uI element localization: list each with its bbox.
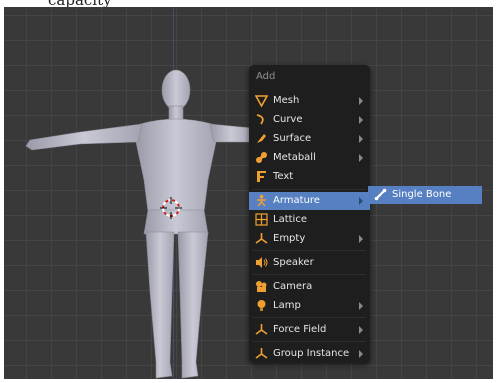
menu-item-text[interactable]: Text	[249, 168, 370, 186]
menu-item-camera[interactable]: Camera	[249, 278, 370, 296]
text-icon	[257, 171, 266, 182]
menu-item-mesh[interactable]: Mesh	[249, 92, 370, 110]
menu-item-curve[interactable]: Curve	[249, 111, 370, 129]
menu-separator	[253, 317, 366, 318]
menu-item-force-field[interactable]: Force Field	[249, 321, 370, 339]
camera-icon	[256, 281, 267, 292]
empty-icon	[255, 233, 268, 244]
menu-item-surface[interactable]: Surface	[249, 130, 370, 148]
surface-icon	[257, 134, 266, 143]
submenu-arrow-icon	[359, 326, 363, 334]
menu-item-armature[interactable]: Armature	[249, 192, 370, 210]
bone-icon	[374, 188, 387, 201]
force-field-icon	[255, 324, 268, 335]
lattice-icon	[255, 213, 268, 226]
speaker-icon	[256, 257, 268, 268]
submenu-arrow-icon	[359, 235, 363, 243]
armature-icon	[257, 194, 266, 207]
3d-cursor-icon[interactable]	[160, 197, 182, 219]
submenu-arrow-icon	[359, 116, 363, 124]
group-instance-icon	[255, 348, 268, 359]
menu-separator	[253, 250, 366, 251]
lamp-icon	[257, 300, 266, 311]
submenu-arrow-icon	[359, 97, 363, 105]
submenu-item-single-bone[interactable]: Single Bone	[368, 186, 482, 204]
metaball-icon	[256, 152, 267, 163]
menu-item-empty[interactable]: Empty	[249, 230, 370, 248]
mesh-icon	[255, 95, 268, 107]
add-menu: Add Mesh Curve Surface Metaball Text Arm…	[249, 65, 370, 363]
screenshot-frame: capacity Add Mesh Curve Surface Metaball…	[0, 0, 497, 383]
submenu-arrow-icon	[359, 197, 363, 205]
submenu-arrow-icon	[359, 350, 363, 358]
menu-separator	[253, 341, 366, 342]
armature-submenu: Single Bone	[368, 186, 482, 204]
menu-separator	[253, 189, 366, 190]
submenu-arrow-icon	[359, 154, 363, 162]
menu-item-speaker[interactable]: Speaker	[249, 254, 370, 272]
mesh-body	[25, 69, 253, 379]
submenu-arrow-icon	[359, 135, 363, 143]
menu-item-lattice[interactable]: Lattice	[249, 211, 370, 229]
humanoid-mesh[interactable]	[20, 62, 260, 379]
menu-item-group-instance[interactable]: Group Instance	[249, 345, 370, 363]
curve-icon	[256, 114, 264, 125]
menu-title: Add	[256, 71, 276, 82]
menu-item-metaball[interactable]: Metaball	[249, 149, 370, 167]
menu-separator	[253, 274, 366, 275]
menu-item-lamp[interactable]: Lamp	[249, 297, 370, 315]
submenu-arrow-icon	[359, 302, 363, 310]
